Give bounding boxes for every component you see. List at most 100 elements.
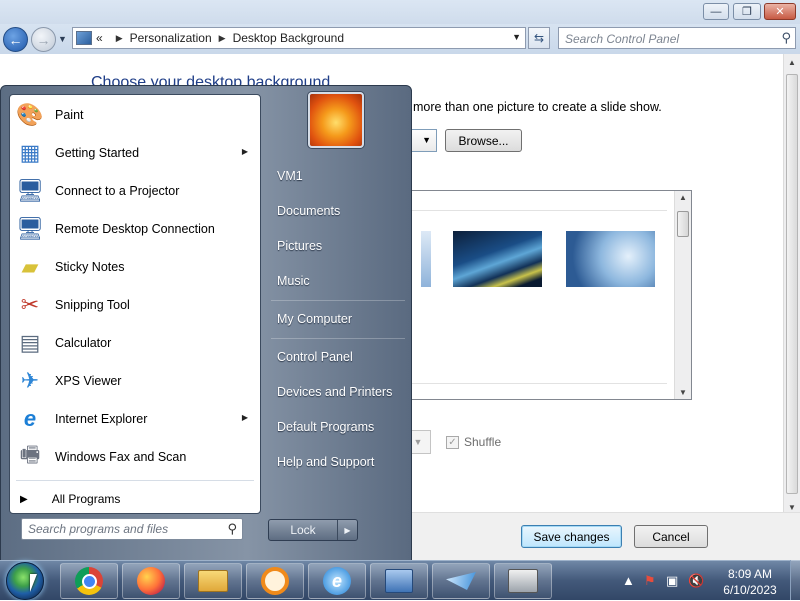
- taskbar-chrome[interactable]: [60, 563, 118, 599]
- wallpaper-thumbnail[interactable]: [453, 231, 542, 287]
- scrollbar-thumb[interactable]: [786, 74, 798, 494]
- lock-button-group: Lock ▶: [268, 519, 358, 541]
- start-item-internet-explorer[interactable]: e Internet Explorer ▶: [10, 401, 260, 437]
- breadcrumb-overflow[interactable]: «: [96, 31, 103, 45]
- start-item-getting-started[interactable]: ▦ Getting Started ▶: [10, 135, 260, 171]
- scroll-down-icon[interactable]: ▼: [788, 503, 796, 512]
- start-item-snipping-tool[interactable]: ✂ Snipping Tool: [10, 287, 260, 323]
- taskbar-internet-explorer[interactable]: e: [308, 563, 366, 599]
- start-right-help-support[interactable]: Help and Support: [277, 455, 374, 469]
- taskbar-remote-desktop[interactable]: [370, 563, 428, 599]
- start-item-sticky-notes[interactable]: ▰ Sticky Notes: [10, 249, 260, 285]
- taskbar-magnifier[interactable]: [246, 563, 304, 599]
- arrow-left-icon: ←: [8, 31, 23, 48]
- control-panel-search-input[interactable]: Search Control Panel ⚲: [558, 27, 796, 49]
- start-item-fax-scan[interactable]: 🖷 Windows Fax and Scan: [10, 439, 260, 475]
- remote-desktop-icon: [385, 569, 413, 593]
- start-item-label: Connect to a Projector: [55, 184, 180, 198]
- snipping-tool-icon: ✂: [20, 292, 40, 317]
- show-hidden-icons-icon[interactable]: ▲: [622, 573, 635, 588]
- programs-pane: 🎨 Paint ▦ Getting Started ▶ 🖥 Connect to…: [9, 94, 261, 514]
- internet-explorer-icon: e: [23, 406, 37, 431]
- start-item-label: XPS Viewer: [55, 374, 122, 388]
- breadcrumb-separator-icon[interactable]: ▶: [116, 33, 123, 44]
- start-right-my-computer[interactable]: My Computer: [277, 312, 352, 326]
- start-item-label: Snipping Tool: [55, 298, 130, 312]
- start-menu: 🎨 Paint ▦ Getting Started ▶ 🖥 Connect to…: [0, 85, 412, 561]
- start-right-pictures[interactable]: Pictures: [277, 239, 322, 253]
- projector-icon: 🖥: [16, 178, 44, 203]
- all-programs-item[interactable]: ▶ All Programs: [20, 492, 120, 506]
- menu-separator: [271, 338, 405, 339]
- checkbox-check-icon[interactable]: ✓: [446, 435, 459, 449]
- xps-viewer-icon: ✈: [20, 368, 40, 393]
- save-changes-button[interactable]: Save changes: [521, 525, 622, 548]
- show-desktop-button[interactable]: [790, 560, 800, 600]
- start-item-label: Sticky Notes: [55, 260, 125, 274]
- start-search-placeholder: Search programs and files: [28, 522, 169, 536]
- scroll-up-icon[interactable]: ▲: [788, 58, 796, 67]
- close-button[interactable]: ✕: [764, 3, 796, 20]
- wallpaper-thumbnail[interactable]: [566, 231, 655, 287]
- breadcrumb-desktop-background[interactable]: Desktop Background: [233, 31, 344, 45]
- window-scrollbar[interactable]: ▲ ▼: [783, 54, 800, 516]
- taskbar-file-explorer[interactable]: [184, 563, 242, 599]
- clock-time: 8:09 AM: [727, 567, 773, 581]
- clock-date: 6/10/2023: [723, 583, 777, 597]
- address-dropdown-icon[interactable]: ▼: [512, 32, 521, 42]
- gallery-scrollbar[interactable]: ▲ ▼: [674, 191, 691, 399]
- taskbar-firefox[interactable]: [122, 563, 180, 599]
- start-item-label: Windows Fax and Scan: [55, 450, 187, 464]
- start-right-devices-printers[interactable]: Devices and Printers: [277, 385, 392, 399]
- minimize-button[interactable]: —: [703, 3, 729, 20]
- start-right-music[interactable]: Music: [277, 274, 310, 288]
- start-item-xps-viewer[interactable]: ✈ XPS Viewer: [10, 363, 260, 399]
- user-avatar[interactable]: [308, 92, 364, 148]
- start-item-paint[interactable]: 🎨 Paint: [10, 97, 260, 133]
- volume-muted-icon[interactable]: 🔇: [688, 573, 704, 589]
- wallpaper-thumbnail[interactable]: [421, 231, 431, 287]
- start-right-documents[interactable]: Documents: [277, 204, 340, 218]
- menu-separator: [16, 480, 254, 481]
- network-icon[interactable]: ▣: [666, 573, 678, 589]
- address-bar[interactable]: « ▶ Personalization ▶ Desktop Background…: [72, 27, 526, 49]
- chrome-icon: [75, 567, 103, 595]
- chevron-down-icon: ▼: [413, 437, 423, 447]
- forward-button[interactable]: →: [31, 27, 56, 52]
- scrollbar-thumb[interactable]: [677, 211, 689, 237]
- back-button[interactable]: ←: [3, 27, 28, 52]
- scroll-up-icon[interactable]: ▲: [679, 193, 687, 202]
- start-item-label: Paint: [55, 108, 84, 122]
- maximize-button[interactable]: ❐: [733, 3, 761, 20]
- recent-pages-dropdown[interactable]: ▼: [58, 34, 67, 44]
- breadcrumb-personalization[interactable]: Personalization: [130, 31, 212, 45]
- start-right-default-programs[interactable]: Default Programs: [277, 420, 374, 434]
- search-icon[interactable]: ⚲: [781, 30, 791, 46]
- shuffle-checkbox[interactable]: ✓ Shuffle: [446, 435, 501, 449]
- cancel-button[interactable]: Cancel: [634, 525, 708, 548]
- taskbar-clock[interactable]: 8:09 AM 6/10/2023: [712, 566, 788, 598]
- start-right-vm1[interactable]: VM1: [277, 169, 303, 183]
- browse-button[interactable]: Browse...: [445, 129, 522, 152]
- shutdown-options-arrow-icon[interactable]: ▶: [337, 520, 357, 540]
- scroll-down-icon[interactable]: ▼: [679, 388, 687, 397]
- start-search-input[interactable]: Search programs and files ⚲: [21, 518, 243, 540]
- start-item-calculator[interactable]: ▤ Calculator: [10, 325, 260, 361]
- start-item-remote-desktop[interactable]: 🖥 Remote Desktop Connection: [10, 211, 260, 247]
- action-center-icon[interactable]: ⚑: [644, 573, 656, 589]
- taskbar-fax-scan[interactable]: [494, 563, 552, 599]
- start-right-control-panel[interactable]: Control Panel: [277, 350, 353, 364]
- submenu-arrow-icon[interactable]: ▶: [242, 147, 248, 156]
- taskbar-xps-viewer[interactable]: [432, 563, 490, 599]
- taskbar: e ▲ ⚑ ▣ 🔇: [0, 560, 800, 600]
- breadcrumb-separator-icon[interactable]: ▶: [219, 33, 226, 44]
- start-orb[interactable]: [6, 562, 44, 600]
- shuffle-label: Shuffle: [464, 435, 502, 449]
- search-icon[interactable]: ⚲: [227, 521, 237, 537]
- control-panel-icon: [76, 31, 92, 45]
- lock-button[interactable]: Lock: [269, 523, 337, 537]
- submenu-arrow-icon[interactable]: ▶: [242, 413, 248, 422]
- file-explorer-icon: [198, 570, 228, 592]
- refresh-button[interactable]: ⇆: [528, 27, 550, 49]
- start-item-connect-projector[interactable]: 🖥 Connect to a Projector: [10, 173, 260, 209]
